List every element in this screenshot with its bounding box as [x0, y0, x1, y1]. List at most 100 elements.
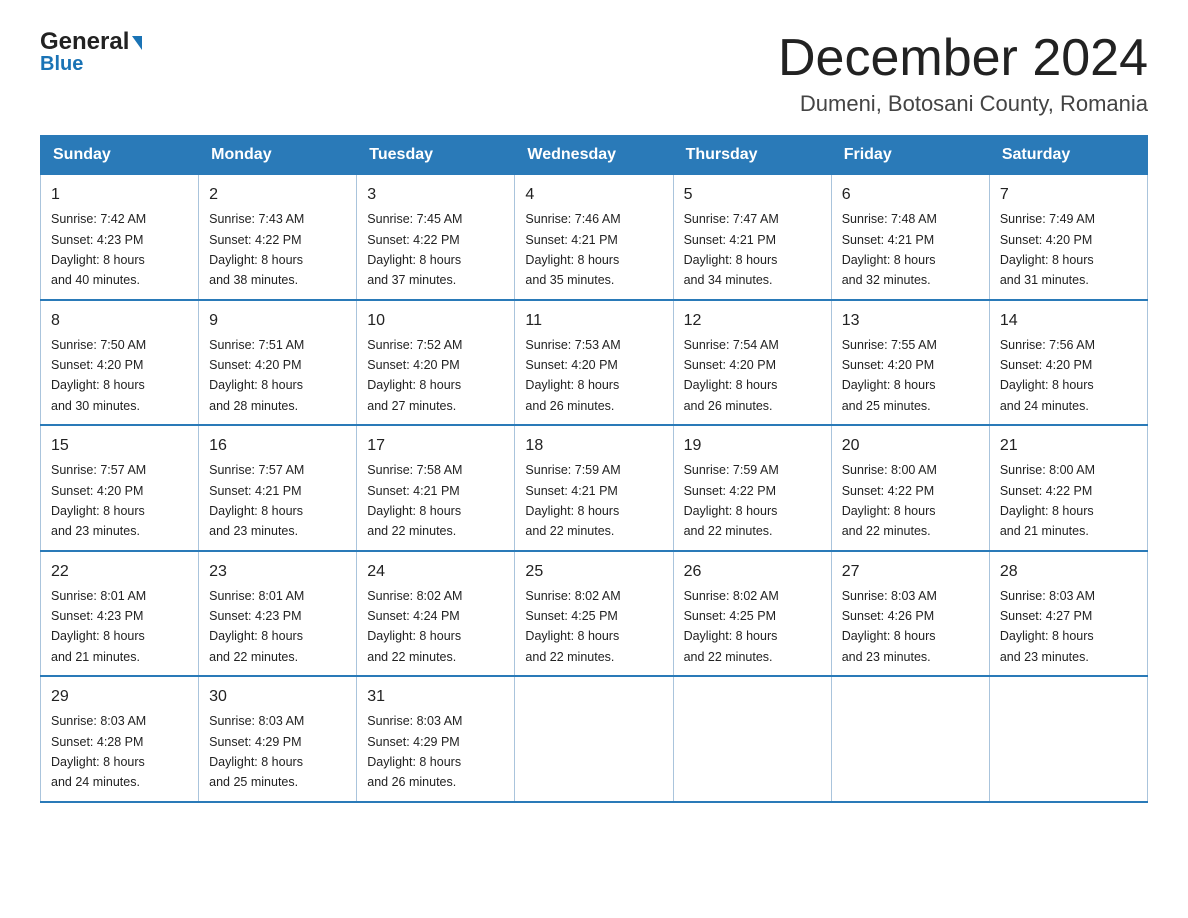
day-info: Sunrise: 7:59 AMSunset: 4:21 PMDaylight:… — [525, 463, 620, 538]
day-number: 13 — [842, 309, 979, 333]
day-info: Sunrise: 8:02 AMSunset: 4:25 PMDaylight:… — [525, 589, 620, 664]
col-header-thursday: Thursday — [673, 136, 831, 175]
calendar-week-row: 1 Sunrise: 7:42 AMSunset: 4:23 PMDayligh… — [41, 175, 1148, 300]
title-area: December 2024 Dumeni, Botosani County, R… — [778, 30, 1148, 117]
calendar-cell: 9 Sunrise: 7:51 AMSunset: 4:20 PMDayligh… — [199, 300, 357, 426]
day-info: Sunrise: 7:55 AMSunset: 4:20 PMDaylight:… — [842, 338, 937, 413]
calendar-cell: 3 Sunrise: 7:45 AMSunset: 4:22 PMDayligh… — [357, 175, 515, 300]
calendar-cell: 13 Sunrise: 7:55 AMSunset: 4:20 PMDaylig… — [831, 300, 989, 426]
calendar-cell: 16 Sunrise: 7:57 AMSunset: 4:21 PMDaylig… — [199, 425, 357, 551]
day-number: 5 — [684, 183, 821, 207]
calendar-cell: 12 Sunrise: 7:54 AMSunset: 4:20 PMDaylig… — [673, 300, 831, 426]
day-info: Sunrise: 7:42 AMSunset: 4:23 PMDaylight:… — [51, 212, 146, 287]
day-info: Sunrise: 7:47 AMSunset: 4:21 PMDaylight:… — [684, 212, 779, 287]
calendar-cell: 14 Sunrise: 7:56 AMSunset: 4:20 PMDaylig… — [989, 300, 1147, 426]
day-info: Sunrise: 7:52 AMSunset: 4:20 PMDaylight:… — [367, 338, 462, 413]
col-header-sunday: Sunday — [41, 136, 199, 175]
day-info: Sunrise: 8:01 AMSunset: 4:23 PMDaylight:… — [209, 589, 304, 664]
calendar-cell: 5 Sunrise: 7:47 AMSunset: 4:21 PMDayligh… — [673, 175, 831, 300]
day-number: 8 — [51, 309, 188, 333]
day-number: 16 — [209, 434, 346, 458]
day-number: 22 — [51, 560, 188, 584]
calendar-cell: 4 Sunrise: 7:46 AMSunset: 4:21 PMDayligh… — [515, 175, 673, 300]
day-number: 17 — [367, 434, 504, 458]
month-title: December 2024 — [778, 30, 1148, 87]
day-number: 30 — [209, 685, 346, 709]
day-info: Sunrise: 8:01 AMSunset: 4:23 PMDaylight:… — [51, 589, 146, 664]
calendar-week-row: 29 Sunrise: 8:03 AMSunset: 4:28 PMDaylig… — [41, 676, 1148, 802]
calendar-cell — [989, 676, 1147, 802]
day-info: Sunrise: 7:48 AMSunset: 4:21 PMDaylight:… — [842, 212, 937, 287]
calendar-cell: 11 Sunrise: 7:53 AMSunset: 4:20 PMDaylig… — [515, 300, 673, 426]
col-header-monday: Monday — [199, 136, 357, 175]
day-info: Sunrise: 8:02 AMSunset: 4:25 PMDaylight:… — [684, 589, 779, 664]
calendar-cell: 24 Sunrise: 8:02 AMSunset: 4:24 PMDaylig… — [357, 551, 515, 677]
logo-blue-text: Blue — [40, 54, 142, 74]
day-info: Sunrise: 7:49 AMSunset: 4:20 PMDaylight:… — [1000, 212, 1095, 287]
col-header-friday: Friday — [831, 136, 989, 175]
day-info: Sunrise: 7:50 AMSunset: 4:20 PMDaylight:… — [51, 338, 146, 413]
col-header-wednesday: Wednesday — [515, 136, 673, 175]
day-info: Sunrise: 8:03 AMSunset: 4:29 PMDaylight:… — [209, 714, 304, 789]
calendar-week-row: 8 Sunrise: 7:50 AMSunset: 4:20 PMDayligh… — [41, 300, 1148, 426]
calendar-cell: 8 Sunrise: 7:50 AMSunset: 4:20 PMDayligh… — [41, 300, 199, 426]
calendar-cell: 21 Sunrise: 8:00 AMSunset: 4:22 PMDaylig… — [989, 425, 1147, 551]
day-info: Sunrise: 8:03 AMSunset: 4:26 PMDaylight:… — [842, 589, 937, 664]
calendar-cell: 18 Sunrise: 7:59 AMSunset: 4:21 PMDaylig… — [515, 425, 673, 551]
day-number: 29 — [51, 685, 188, 709]
calendar-cell: 31 Sunrise: 8:03 AMSunset: 4:29 PMDaylig… — [357, 676, 515, 802]
calendar-cell: 2 Sunrise: 7:43 AMSunset: 4:22 PMDayligh… — [199, 175, 357, 300]
day-number: 2 — [209, 183, 346, 207]
day-number: 14 — [1000, 309, 1137, 333]
day-number: 1 — [51, 183, 188, 207]
calendar-cell: 28 Sunrise: 8:03 AMSunset: 4:27 PMDaylig… — [989, 551, 1147, 677]
day-info: Sunrise: 8:00 AMSunset: 4:22 PMDaylight:… — [1000, 463, 1095, 538]
calendar-cell: 27 Sunrise: 8:03 AMSunset: 4:26 PMDaylig… — [831, 551, 989, 677]
location-title: Dumeni, Botosani County, Romania — [778, 91, 1148, 117]
day-number: 12 — [684, 309, 821, 333]
calendar-cell — [515, 676, 673, 802]
logo-area: General Blue — [40, 30, 142, 74]
day-info: Sunrise: 7:43 AMSunset: 4:22 PMDaylight:… — [209, 212, 304, 287]
day-number: 6 — [842, 183, 979, 207]
day-number: 18 — [525, 434, 662, 458]
day-number: 28 — [1000, 560, 1137, 584]
day-info: Sunrise: 8:02 AMSunset: 4:24 PMDaylight:… — [367, 589, 462, 664]
day-number: 31 — [367, 685, 504, 709]
calendar-cell: 29 Sunrise: 8:03 AMSunset: 4:28 PMDaylig… — [41, 676, 199, 802]
day-number: 21 — [1000, 434, 1137, 458]
calendar-cell: 19 Sunrise: 7:59 AMSunset: 4:22 PMDaylig… — [673, 425, 831, 551]
calendar-cell: 30 Sunrise: 8:03 AMSunset: 4:29 PMDaylig… — [199, 676, 357, 802]
day-number: 26 — [684, 560, 821, 584]
day-number: 10 — [367, 309, 504, 333]
day-number: 25 — [525, 560, 662, 584]
calendar-cell: 6 Sunrise: 7:48 AMSunset: 4:21 PMDayligh… — [831, 175, 989, 300]
day-info: Sunrise: 7:57 AMSunset: 4:21 PMDaylight:… — [209, 463, 304, 538]
day-info: Sunrise: 7:45 AMSunset: 4:22 PMDaylight:… — [367, 212, 462, 287]
day-info: Sunrise: 7:56 AMSunset: 4:20 PMDaylight:… — [1000, 338, 1095, 413]
calendar-week-row: 22 Sunrise: 8:01 AMSunset: 4:23 PMDaylig… — [41, 551, 1148, 677]
day-info: Sunrise: 7:51 AMSunset: 4:20 PMDaylight:… — [209, 338, 304, 413]
day-info: Sunrise: 7:58 AMSunset: 4:21 PMDaylight:… — [367, 463, 462, 538]
calendar-table: SundayMondayTuesdayWednesdayThursdayFrid… — [40, 135, 1148, 803]
day-number: 27 — [842, 560, 979, 584]
day-info: Sunrise: 7:46 AMSunset: 4:21 PMDaylight:… — [525, 212, 620, 287]
day-info: Sunrise: 7:59 AMSunset: 4:22 PMDaylight:… — [684, 463, 779, 538]
calendar-cell: 23 Sunrise: 8:01 AMSunset: 4:23 PMDaylig… — [199, 551, 357, 677]
col-header-saturday: Saturday — [989, 136, 1147, 175]
day-info: Sunrise: 7:57 AMSunset: 4:20 PMDaylight:… — [51, 463, 146, 538]
logo-general-text: General — [40, 30, 142, 54]
day-info: Sunrise: 7:53 AMSunset: 4:20 PMDaylight:… — [525, 338, 620, 413]
calendar-cell — [673, 676, 831, 802]
calendar-cell: 1 Sunrise: 7:42 AMSunset: 4:23 PMDayligh… — [41, 175, 199, 300]
calendar-cell: 20 Sunrise: 8:00 AMSunset: 4:22 PMDaylig… — [831, 425, 989, 551]
calendar-header-row: SundayMondayTuesdayWednesdayThursdayFrid… — [41, 136, 1148, 175]
calendar-cell: 10 Sunrise: 7:52 AMSunset: 4:20 PMDaylig… — [357, 300, 515, 426]
calendar-cell: 25 Sunrise: 8:02 AMSunset: 4:25 PMDaylig… — [515, 551, 673, 677]
day-info: Sunrise: 7:54 AMSunset: 4:20 PMDaylight:… — [684, 338, 779, 413]
day-number: 23 — [209, 560, 346, 584]
day-number: 19 — [684, 434, 821, 458]
day-number: 11 — [525, 309, 662, 333]
day-number: 15 — [51, 434, 188, 458]
day-number: 4 — [525, 183, 662, 207]
